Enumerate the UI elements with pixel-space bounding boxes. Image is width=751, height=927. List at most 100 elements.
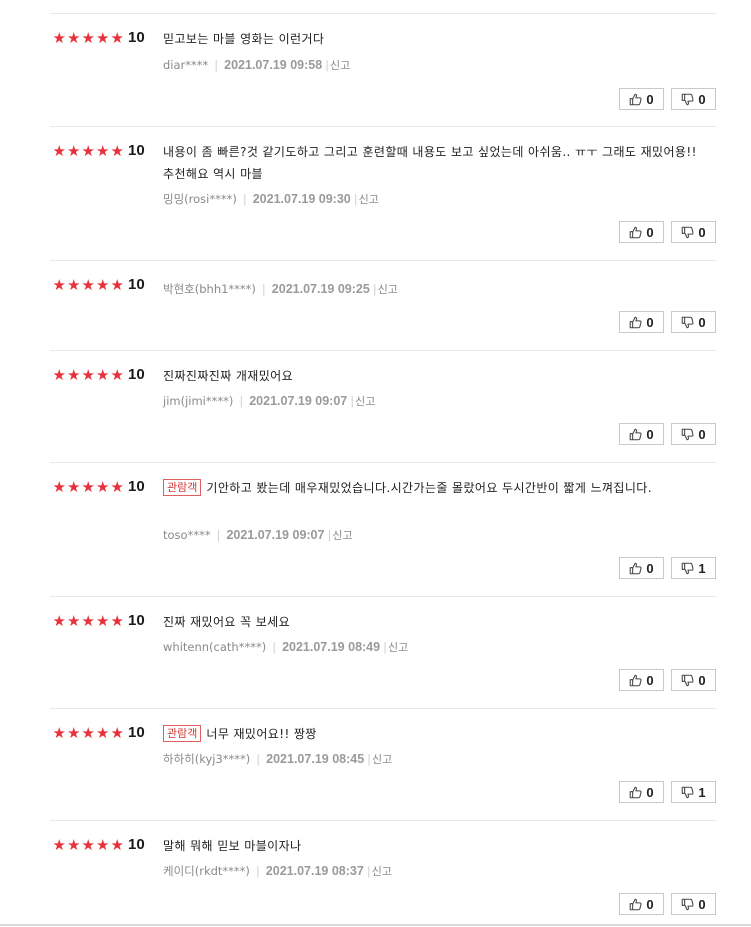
star-rating: ★ ★ ★ ★ ★ xyxy=(52,725,125,741)
like-button[interactable]: 0 xyxy=(619,423,664,445)
report-link[interactable]: 신고 xyxy=(388,641,408,654)
review-meta: diar**** | 2021.07.19 09:58 |신고 xyxy=(163,58,351,72)
review-score: 10 xyxy=(128,836,145,853)
star-icon: ★ xyxy=(110,836,124,854)
star-icon: ★ xyxy=(81,142,95,160)
star-rating: ★ ★ ★ ★ ★ xyxy=(52,613,125,629)
report-link[interactable]: 신고 xyxy=(378,283,398,296)
vote-buttons: 0 0 xyxy=(619,893,716,915)
review-text: 믿고보는 마블 영화는 이런거다 xyxy=(163,32,325,46)
star-icon: ★ xyxy=(67,836,81,854)
review-author[interactable]: 케이디(rkdt****) xyxy=(163,864,250,878)
like-button[interactable]: 0 xyxy=(619,557,664,579)
dislike-button[interactable]: 1 xyxy=(671,557,716,579)
review-author[interactable]: 밍밍(rosi****) xyxy=(163,192,237,206)
review-date: 2021.07.19 08:45 xyxy=(266,752,365,766)
thumbs-up-icon xyxy=(630,428,642,440)
like-count: 0 xyxy=(646,672,654,688)
review-item: ★ ★ ★ ★ ★ 10 진짜 재밌어요 꼭 보세요 whitenn(cath****)… xyxy=(50,597,716,709)
star-icon: ★ xyxy=(96,724,110,742)
dislike-button[interactable]: 0 xyxy=(671,221,716,243)
dislike-count: 1 xyxy=(698,784,706,800)
like-count: 0 xyxy=(646,314,654,330)
report-link[interactable]: 신고 xyxy=(330,59,350,72)
review-meta: whitenn(cath****) | 2021.07.19 08:49 |신고 xyxy=(163,640,409,654)
review-date: 2021.07.19 09:30 xyxy=(252,192,351,206)
like-button[interactable]: 0 xyxy=(619,311,664,333)
review-author[interactable]: toso**** xyxy=(163,528,211,542)
star-icon: ★ xyxy=(67,142,81,160)
star-icon: ★ xyxy=(110,142,124,160)
review-text-block: 관람객 기안하고 봤는데 매우재밌었습니다.시간가는줄 몰랐어요 두시간반이 짧게… xyxy=(163,477,703,499)
dislike-count: 0 xyxy=(698,314,706,330)
like-button[interactable]: 0 xyxy=(619,893,664,915)
dislike-button[interactable]: 1 xyxy=(671,781,716,803)
thumbs-up-icon xyxy=(630,226,642,238)
review-text: 말해 뭐해 믿보 마블이자나 xyxy=(163,839,302,853)
star-icon: ★ xyxy=(52,724,66,742)
review-text-block: 내용이 좀 빠른?것 같기도하고 그리고 훈련할때 내용도 보고 싶었는데 아쉬… xyxy=(163,141,703,185)
dislike-count: 0 xyxy=(698,426,706,442)
review-author[interactable]: diar**** xyxy=(163,58,208,72)
review-date: 2021.07.19 08:49 xyxy=(282,640,381,654)
star-icon: ★ xyxy=(96,366,110,384)
review-author[interactable]: 박현호(bhh1****) xyxy=(163,282,256,296)
dislike-button[interactable]: 0 xyxy=(671,311,716,333)
report-link[interactable]: 신고 xyxy=(372,865,392,878)
star-rating: ★ ★ ★ ★ ★ xyxy=(52,143,125,159)
star-icon: ★ xyxy=(110,29,124,47)
review-author[interactable]: 하하히(kyj3****) xyxy=(163,752,250,766)
review-score: 10 xyxy=(128,612,145,629)
vote-buttons: 0 0 xyxy=(619,311,716,333)
like-button[interactable]: 0 xyxy=(619,669,664,691)
review-score: 10 xyxy=(128,366,145,383)
thumbs-down-icon xyxy=(682,93,694,105)
like-button[interactable]: 0 xyxy=(619,781,664,803)
thumbs-down-icon xyxy=(682,898,694,910)
dislike-button[interactable]: 0 xyxy=(671,893,716,915)
star-icon: ★ xyxy=(96,836,110,854)
thumbs-up-icon xyxy=(630,562,642,574)
report-link[interactable]: 신고 xyxy=(355,395,375,408)
thumbs-down-icon xyxy=(682,674,694,686)
star-icon: ★ xyxy=(110,478,124,496)
thumbs-up-icon xyxy=(630,898,642,910)
vote-buttons: 0 0 xyxy=(619,88,716,110)
report-link[interactable]: 신고 xyxy=(359,193,379,206)
review-text-block: 믿고보는 마블 영화는 이런거다 xyxy=(163,28,703,50)
vote-buttons: 0 1 xyxy=(619,557,716,579)
review-meta: 밍밍(rosi****) | 2021.07.19 09:30 |신고 xyxy=(163,192,379,206)
vote-buttons: 0 0 xyxy=(619,423,716,445)
like-count: 0 xyxy=(646,784,654,800)
star-icon: ★ xyxy=(52,276,66,294)
review-author[interactable]: jim(jimi****) xyxy=(163,394,233,408)
review-author[interactable]: whitenn(cath****) xyxy=(163,640,266,654)
review-text: 너무 재밌어요!! 짱짱 xyxy=(206,727,317,741)
dislike-button[interactable]: 0 xyxy=(671,669,716,691)
report-link[interactable]: 신고 xyxy=(332,529,352,542)
review-text: 기안하고 봤는데 매우재밌었습니다.시간가는줄 몰랐어요 두시간반이 짧게 느껴… xyxy=(206,481,652,495)
review-text: 내용이 좀 빠른?것 같기도하고 그리고 훈련할때 내용도 보고 싶었는데 아쉬… xyxy=(163,145,697,181)
star-icon: ★ xyxy=(81,724,95,742)
dislike-button[interactable]: 0 xyxy=(671,88,716,110)
thumbs-up-icon xyxy=(630,93,642,105)
star-icon: ★ xyxy=(67,478,81,496)
review-meta: 케이디(rkdt****) | 2021.07.19 08:37 |신고 xyxy=(163,864,392,878)
dislike-button[interactable]: 0 xyxy=(671,423,716,445)
dislike-count: 0 xyxy=(698,896,706,912)
report-link[interactable]: 신고 xyxy=(372,753,392,766)
like-button[interactable]: 0 xyxy=(619,88,664,110)
star-icon: ★ xyxy=(81,836,95,854)
star-icon: ★ xyxy=(67,276,81,294)
star-icon: ★ xyxy=(96,276,110,294)
like-count: 0 xyxy=(646,91,654,107)
review-text-block: 말해 뭐해 믿보 마블이자나 xyxy=(163,835,703,857)
review-item: ★ ★ ★ ★ ★ 10 관람객 너무 재밌어요!! 짱짱 하하히(kyj3****) | 2… xyxy=(50,709,716,821)
thumbs-down-icon xyxy=(682,226,694,238)
like-button[interactable]: 0 xyxy=(619,221,664,243)
dislike-count: 1 xyxy=(698,560,706,576)
review-item: ★ ★ ★ ★ ★ 10 내용이 좀 빠른?것 같기도하고 그리고 훈련할때 내용도 보… xyxy=(50,127,716,261)
thumbs-down-icon xyxy=(682,316,694,328)
dislike-count: 0 xyxy=(698,91,706,107)
thumbs-up-icon xyxy=(630,786,642,798)
